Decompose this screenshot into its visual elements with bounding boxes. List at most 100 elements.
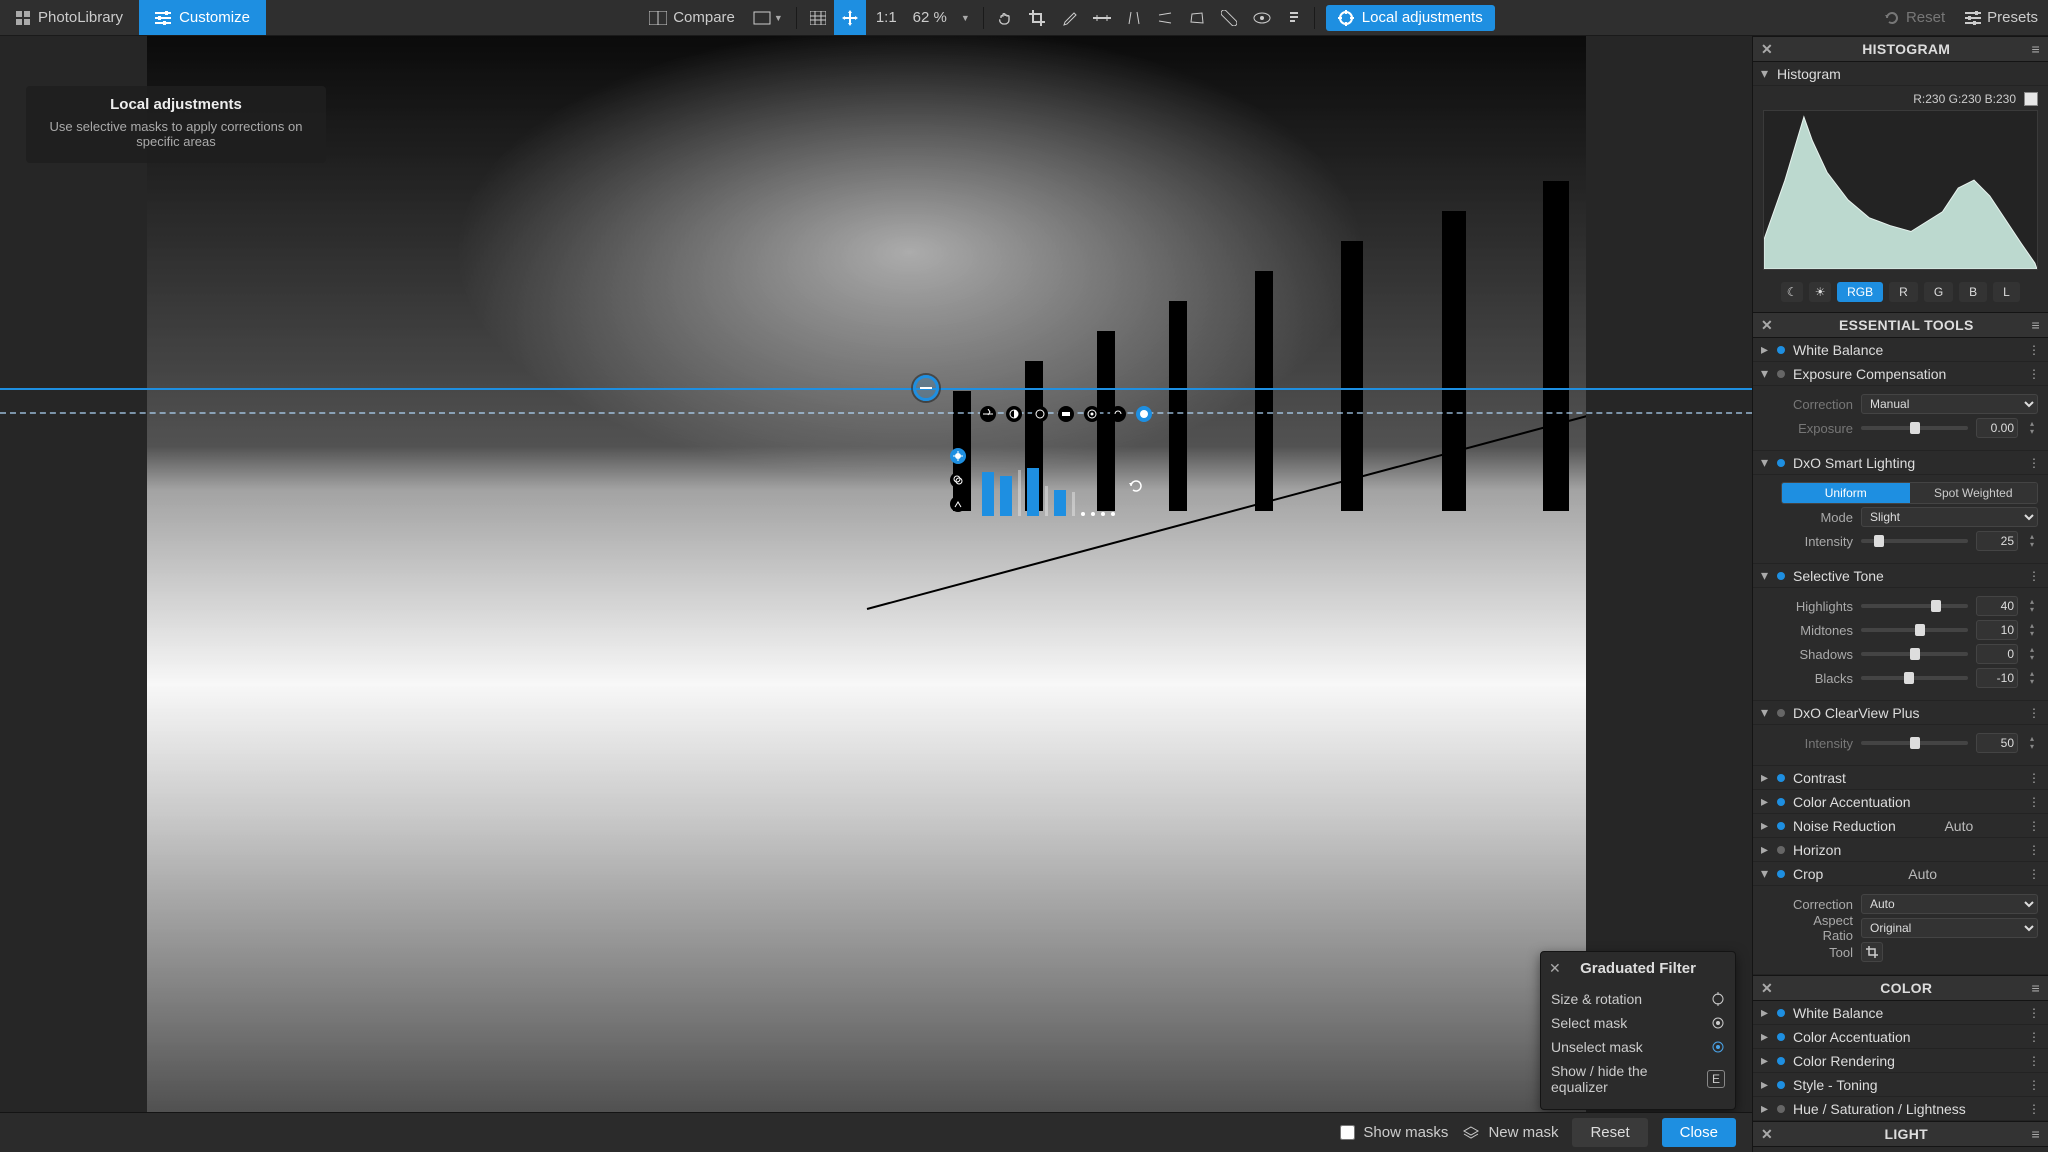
sub-hsl[interactable]: ▸Hue / Saturation / Lightness⋮ — [1753, 1097, 2048, 1121]
sliders-icon — [155, 11, 171, 25]
close-icon[interactable]: ✕ — [1761, 317, 1773, 334]
zoom-1to1[interactable]: 1:1 — [866, 0, 907, 35]
sub-style-toning[interactable]: ▸Style - Toning⋮ — [1753, 1073, 2048, 1097]
highlights-slider[interactable] — [1861, 604, 1968, 608]
crop-correction-select[interactable]: Auto — [1861, 894, 2038, 914]
popup-close[interactable]: ✕ — [1549, 960, 1561, 977]
sub-color-accent[interactable]: ▸Color Accentuation⋮ — [1753, 790, 2048, 814]
sub-crop[interactable]: ▾CropAuto⋮ — [1753, 862, 2048, 886]
cv-intensity-value[interactable] — [1976, 733, 2018, 753]
repair-tool[interactable] — [1213, 0, 1245, 35]
close-icon[interactable]: ✕ — [1761, 41, 1773, 58]
sub-color-wb[interactable]: ▸White Balance⋮ — [1753, 1001, 2048, 1025]
preview-toggle[interactable] — [1245, 0, 1279, 35]
menu-icon[interactable]: ≡ — [2032, 980, 2040, 996]
sub-smart-lighting[interactable]: ▾DxO Smart Lighting⋮ — [1753, 451, 2048, 475]
gradfilter-line-top[interactable] — [0, 388, 1752, 390]
sub-horizon[interactable]: ▸Horizon⋮ — [1753, 838, 2048, 862]
channel-l[interactable]: L — [1993, 282, 2020, 302]
close-icon[interactable]: ✕ — [1761, 1126, 1773, 1143]
midtones-value[interactable] — [1976, 620, 2018, 640]
compare-button[interactable]: Compare — [639, 0, 745, 35]
sub-exposure-comp[interactable]: ▾Exposure Compensation⋮ — [1753, 362, 2048, 386]
correction-select[interactable]: Manual — [1861, 394, 2038, 414]
shadow-clip-icon[interactable]: ☾ — [1781, 282, 1803, 302]
eq-detail-icon[interactable] — [950, 496, 966, 512]
sub-light-exp[interactable]: ▾Exposure Compensation⋮ — [1753, 1147, 2048, 1152]
aspect-select[interactable]: Original — [1861, 918, 2038, 938]
gradfilter-line-bottom[interactable] — [0, 412, 1752, 414]
sub-white-balance[interactable]: ▸White Balance⋮ — [1753, 338, 2048, 362]
grid-toggle[interactable] — [802, 0, 834, 35]
sub-noise[interactable]: ▸Noise ReductionAuto⋮ — [1753, 814, 2048, 838]
crop-tool-button[interactable] — [1861, 942, 1883, 962]
sub-clearview[interactable]: ▾DxO ClearView Plus⋮ — [1753, 701, 2048, 725]
image-canvas[interactable] — [147, 36, 1586, 1116]
info-toggle[interactable] — [1279, 0, 1309, 35]
wb-picker-tool[interactable] — [1053, 0, 1085, 35]
move-tool[interactable] — [834, 0, 866, 35]
show-masks-checkbox[interactable]: Show masks — [1340, 1124, 1448, 1141]
new-mask-button[interactable]: New mask — [1462, 1124, 1558, 1141]
viewmode-dropdown[interactable]: ▼ — [745, 0, 791, 35]
equalizer-category-strip[interactable] — [980, 406, 1152, 422]
blacks-value[interactable] — [1976, 668, 2018, 688]
close-icon[interactable]: ✕ — [1761, 980, 1773, 997]
local-adjustments-button[interactable]: Local adjustments — [1326, 5, 1495, 31]
channel-rgb[interactable]: RGB — [1837, 282, 1883, 302]
equalizer-bars[interactable] — [982, 456, 1145, 516]
reset-button[interactable]: Reset — [1572, 1118, 1647, 1147]
sub-selective-tone[interactable]: ▾Selective Tone⋮ — [1753, 564, 2048, 588]
menu-icon[interactable]: ≡ — [2032, 1126, 2040, 1142]
grid3-icon — [810, 11, 826, 25]
gradfilter-handle[interactable] — [913, 375, 939, 401]
exposure-value[interactable] — [1976, 418, 2018, 438]
highlight-clip-icon[interactable]: ☀ — [1809, 282, 1831, 302]
eq-color-icon[interactable] — [950, 472, 966, 488]
compare-label: Compare — [673, 9, 735, 26]
highlights-value[interactable] — [1976, 596, 2018, 616]
tab-photolibrary[interactable]: PhotoLibrary — [0, 0, 139, 35]
horizon-tool[interactable] — [1085, 0, 1119, 35]
menu-icon[interactable]: ≡ — [2032, 317, 2040, 333]
blacks-slider[interactable] — [1861, 676, 1968, 680]
cv-intensity-slider[interactable] — [1861, 741, 1968, 745]
eye-icon — [1253, 12, 1271, 24]
tab-customize[interactable]: Customize — [139, 0, 266, 35]
reset-icon — [1884, 10, 1900, 26]
layers-icon — [1462, 1125, 1480, 1141]
grid-icon — [16, 11, 30, 25]
eq-reset-icon[interactable] — [1127, 477, 1145, 495]
equalizer-side-strip[interactable] — [950, 448, 966, 512]
target-icon — [1711, 992, 1725, 1006]
midtones-slider[interactable] — [1861, 628, 1968, 632]
perspective-rect[interactable] — [1181, 0, 1213, 35]
zoom-dropdown[interactable]: ▼ — [953, 0, 978, 35]
eq-light-icon[interactable] — [950, 448, 966, 464]
sub-color-accent2[interactable]: ▸Color Accentuation⋮ — [1753, 1025, 2048, 1049]
channel-b[interactable]: B — [1959, 282, 1987, 302]
crop-tool[interactable] — [1021, 0, 1053, 35]
intensity-slider[interactable] — [1861, 539, 1968, 543]
perspective-vert[interactable] — [1119, 0, 1149, 35]
menu-icon[interactable]: ≡ — [2032, 41, 2040, 57]
hand-tool[interactable] — [989, 0, 1021, 35]
exposure-slider[interactable] — [1861, 426, 1968, 430]
tab-label: Customize — [179, 9, 250, 26]
reset-top-button[interactable]: Reset — [1874, 0, 1955, 35]
presets-button[interactable]: Presets — [1955, 0, 2048, 35]
mode-select[interactable]: Slight — [1861, 507, 2038, 527]
channel-g[interactable]: G — [1924, 282, 1953, 302]
shadows-value[interactable] — [1976, 644, 2018, 664]
sub-histogram[interactable]: ▾ Histogram — [1753, 62, 2048, 86]
sub-color-render[interactable]: ▸Color Rendering⋮ — [1753, 1049, 2048, 1073]
local-adjustments-tooltip: Local adjustments Use selective masks to… — [26, 86, 326, 163]
shadows-slider[interactable] — [1861, 652, 1968, 656]
intensity-value[interactable] — [1976, 531, 2018, 551]
close-button[interactable]: Close — [1662, 1118, 1736, 1147]
persp-h-icon — [1157, 11, 1173, 25]
channel-r[interactable]: R — [1889, 282, 1918, 302]
perspective-horiz[interactable] — [1149, 0, 1181, 35]
smartlighting-mode-seg[interactable]: UniformSpot Weighted — [1781, 482, 2038, 504]
sub-contrast[interactable]: ▸Contrast⋮ — [1753, 766, 2048, 790]
